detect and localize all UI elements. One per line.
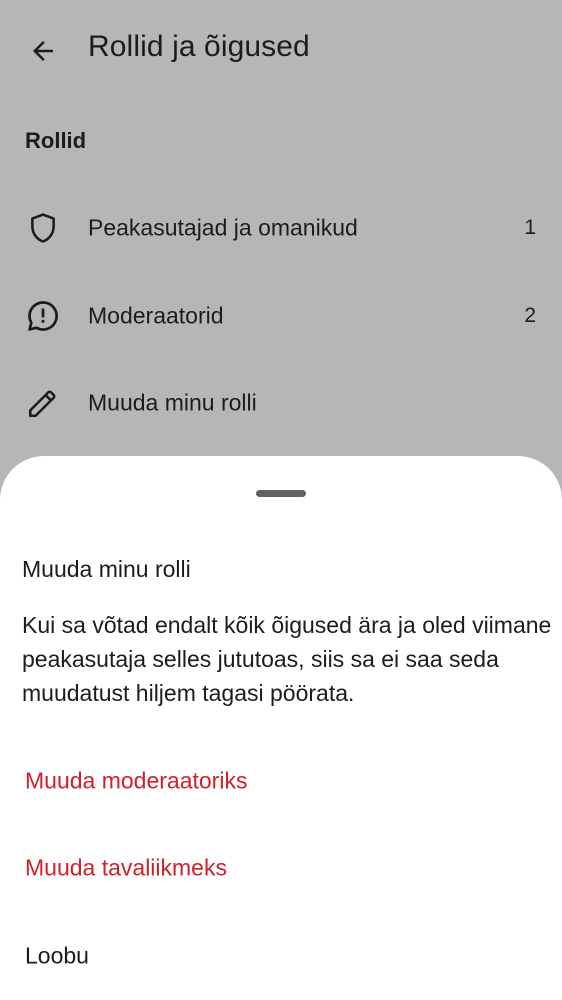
role-row-moderators[interactable]: Moderaatorid 2 [0, 272, 562, 360]
role-count: 1 [524, 216, 536, 239]
top-app-bar: Rollid ja õigused [0, 0, 562, 100]
make-member-button[interactable]: Muuda tavaliikmeks [0, 828, 562, 908]
sheet-title: Muuda minu rolli [22, 556, 191, 582]
roles-section-title: Rollid [25, 128, 87, 153]
cancel-button[interactable]: Loobu [0, 916, 562, 996]
make-moderator-button[interactable]: Muuda moderaatoriks [0, 741, 562, 821]
role-count: 2 [524, 304, 536, 327]
role-row-admins[interactable]: Peakasutajad ja omanikud 1 [0, 184, 562, 272]
role-label: Moderaatorid [88, 302, 224, 329]
role-label: Peakasutajad ja omanikud [88, 214, 358, 241]
chat-alert-icon [24, 297, 62, 335]
role-label: Muuda minu rolli [88, 389, 257, 416]
action-label: Muuda tavaliikmeks [25, 854, 227, 881]
page-title: Rollid ja õigused [88, 30, 310, 63]
pencil-icon [24, 384, 62, 422]
arrow-left-icon [33, 41, 53, 61]
shield-icon [24, 209, 62, 247]
drag-handle[interactable] [256, 490, 306, 497]
bottom-sheet: Muuda minu rolli Kui sa võtad endalt kõi… [0, 456, 562, 1000]
room-permissions-screen: Rollid ja õigused Rollid Peakasutajad ja… [0, 0, 562, 1000]
sheet-description: Kui sa võtad endalt kõik õigused ära ja … [22, 612, 552, 706]
action-label: Muuda moderaatoriks [25, 767, 248, 794]
action-label: Loobu [25, 942, 89, 969]
back-button[interactable] [22, 30, 64, 72]
change-my-role-row[interactable]: Muuda minu rolli [0, 359, 562, 447]
